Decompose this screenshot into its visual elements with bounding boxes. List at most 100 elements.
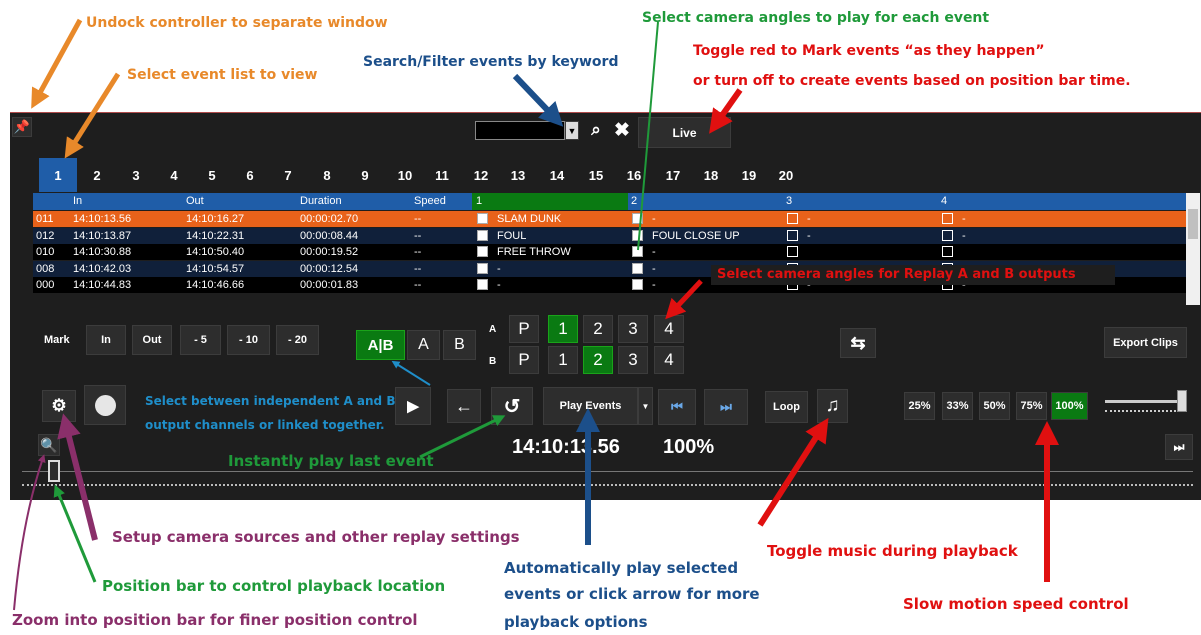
tab-19[interactable]: 19 <box>730 158 768 192</box>
replay-a-camera-1-button[interactable]: 1 <box>548 315 578 343</box>
clear-filter-close-icon[interactable]: ✖ <box>610 118 634 142</box>
annotation-toggle-red-1: Toggle red to Mark events “as they happe… <box>693 43 1045 59</box>
skip-end-icon[interactable]: ⏭ <box>1165 434 1193 460</box>
play-icon[interactable]: ▶ <box>395 387 431 425</box>
speed-75-button[interactable]: 75% <box>1016 392 1047 420</box>
loop-button[interactable]: Loop <box>765 391 808 423</box>
replay-a-camera-4-button[interactable]: 4 <box>654 315 684 343</box>
tab-20[interactable]: 20 <box>767 158 805 192</box>
music-note-icon[interactable]: ♫ <box>817 389 848 423</box>
table-row[interactable]: 011 14:10:13.56 14:10:16.27 00:00:02.70 -- SL… <box>33 211 1186 227</box>
annotation-camera-each: Select camera angles to play for each ev… <box>642 10 990 26</box>
speed-slider-handle[interactable] <box>1177 390 1187 412</box>
table-scrollbar[interactable] <box>1186 193 1200 305</box>
camera-1-checkbox[interactable] <box>477 262 488 274</box>
tab-9[interactable]: 9 <box>346 158 384 192</box>
record-mark-button[interactable] <box>84 385 126 425</box>
tab-16[interactable]: 16 <box>615 158 653 192</box>
mark-out-button[interactable]: Out <box>132 325 172 355</box>
cell-camera-2: - <box>652 262 656 275</box>
tab-10[interactable]: 10 <box>386 158 424 192</box>
tab-2[interactable]: 2 <box>78 158 116 192</box>
replay-a-program-button[interactable]: P <box>509 315 539 343</box>
tab-7[interactable]: 7 <box>269 158 307 192</box>
back-5-button[interactable]: - 5 <box>180 325 221 355</box>
tab-14[interactable]: 14 <box>538 158 576 192</box>
table-row[interactable]: 012 14:10:13.87 14:10:22.31 00:00:08.44 -- FO… <box>33 227 1186 244</box>
replay-b-camera-3-button[interactable]: 3 <box>618 346 648 374</box>
live-button[interactable]: Live <box>638 117 731 148</box>
a-only-button[interactable]: A <box>407 330 440 360</box>
search-dropdown-chevron-down-icon[interactable]: ▼ <box>565 121 579 140</box>
position-bar-track[interactable] <box>22 471 1193 472</box>
tab-4[interactable]: 4 <box>155 158 193 192</box>
tab-13[interactable]: 13 <box>499 158 537 192</box>
replay-b-label: B <box>489 356 497 367</box>
tab-8[interactable]: 8 <box>308 158 346 192</box>
tab-17[interactable]: 17 <box>654 158 692 192</box>
search-input[interactable] <box>475 121 565 140</box>
tab-18[interactable]: 18 <box>692 158 730 192</box>
tab-3[interactable]: 3 <box>117 158 155 192</box>
cell-camera-2: - <box>652 279 656 291</box>
next-event-icon[interactable]: ⏭ <box>704 389 748 425</box>
camera-2-checkbox[interactable] <box>632 246 643 257</box>
pin-icon[interactable]: 📌 <box>12 117 32 137</box>
mark-in-button[interactable]: In <box>86 325 126 355</box>
camera-2-checkbox[interactable] <box>632 229 643 241</box>
camera-2-checkbox[interactable] <box>632 262 643 274</box>
replay-a-camera-2-button[interactable]: 2 <box>583 315 613 343</box>
replay-a-camera-3-button[interactable]: 3 <box>618 315 648 343</box>
b-only-button[interactable]: B <box>443 330 476 360</box>
swap-arrows-icon[interactable]: ⇆ <box>840 328 876 358</box>
tab-15[interactable]: 15 <box>577 158 615 192</box>
camera-4-checkbox[interactable] <box>942 213 953 224</box>
camera-4-checkbox[interactable] <box>942 246 953 257</box>
camera-3-checkbox[interactable] <box>787 229 798 241</box>
speed-33-button[interactable]: 33% <box>942 392 973 420</box>
cell-camera-3: - <box>807 213 811 225</box>
annotation-independent-1: Select between independent A and B <box>145 391 400 411</box>
speed-slider-track[interactable] <box>1105 400 1180 403</box>
replay-b-camera-4-button[interactable]: 4 <box>654 346 684 374</box>
table-row[interactable]: 010 14:10:30.88 14:10:50.40 00:00:19.52 -- FR… <box>33 244 1186 260</box>
replay-b-program-button[interactable]: P <box>509 346 539 374</box>
export-clips-button[interactable]: Export Clips <box>1104 327 1187 358</box>
camera-1-checkbox[interactable] <box>477 229 488 241</box>
camera-2-checkbox[interactable] <box>632 279 643 290</box>
play-events-button[interactable]: Play Events <box>543 387 638 425</box>
tab-12[interactable]: 12 <box>462 158 500 192</box>
back-20-button[interactable]: - 20 <box>276 325 319 355</box>
search-icon[interactable]: ⌕ <box>584 118 608 142</box>
speed-100-button[interactable]: 100% <box>1051 392 1088 420</box>
play-events-chevron-down-icon[interactable]: ▼ <box>638 387 653 425</box>
column-camera-1: 1 <box>476 195 483 207</box>
instant-replay-icon[interactable]: ↺ <box>491 387 533 425</box>
annotation-instant: Instantly play last event <box>228 452 434 470</box>
tab-1[interactable]: 1 <box>39 158 77 192</box>
camera-3-checkbox[interactable] <box>787 246 798 257</box>
camera-1-checkbox[interactable] <box>477 246 488 257</box>
cell-in: 14:10:30.88 <box>73 246 132 258</box>
tab-6[interactable]: 6 <box>231 158 269 192</box>
annotation-setup: Setup camera sources and other replay se… <box>112 528 520 546</box>
back-arrow-icon[interactable]: ← <box>447 389 481 423</box>
position-bar-handle[interactable] <box>48 460 60 482</box>
tab-5[interactable]: 5 <box>193 158 231 192</box>
cell-speed: -- <box>414 246 422 258</box>
speed-50-button[interactable]: 50% <box>979 392 1010 420</box>
back-10-button[interactable]: - 10 <box>227 325 270 355</box>
camera-1-checkbox[interactable] <box>477 213 488 224</box>
linked-ab-button[interactable]: A|B <box>356 330 405 360</box>
previous-event-icon[interactable]: ⏮ <box>658 389 696 425</box>
zoom-search-icon[interactable]: 🔍 <box>38 434 60 456</box>
replay-b-camera-2-button[interactable]: 2 <box>583 346 613 374</box>
settings-gear-icon[interactable]: ⚙ <box>42 390 76 422</box>
camera-2-checkbox[interactable] <box>632 213 643 224</box>
replay-b-camera-1-button[interactable]: 1 <box>548 346 578 374</box>
camera-4-checkbox[interactable] <box>942 229 953 241</box>
camera-1-checkbox[interactable] <box>477 279 488 290</box>
camera-3-checkbox[interactable] <box>787 213 798 224</box>
tab-11[interactable]: 11 <box>423 158 461 192</box>
speed-25-button[interactable]: 25% <box>904 392 935 420</box>
